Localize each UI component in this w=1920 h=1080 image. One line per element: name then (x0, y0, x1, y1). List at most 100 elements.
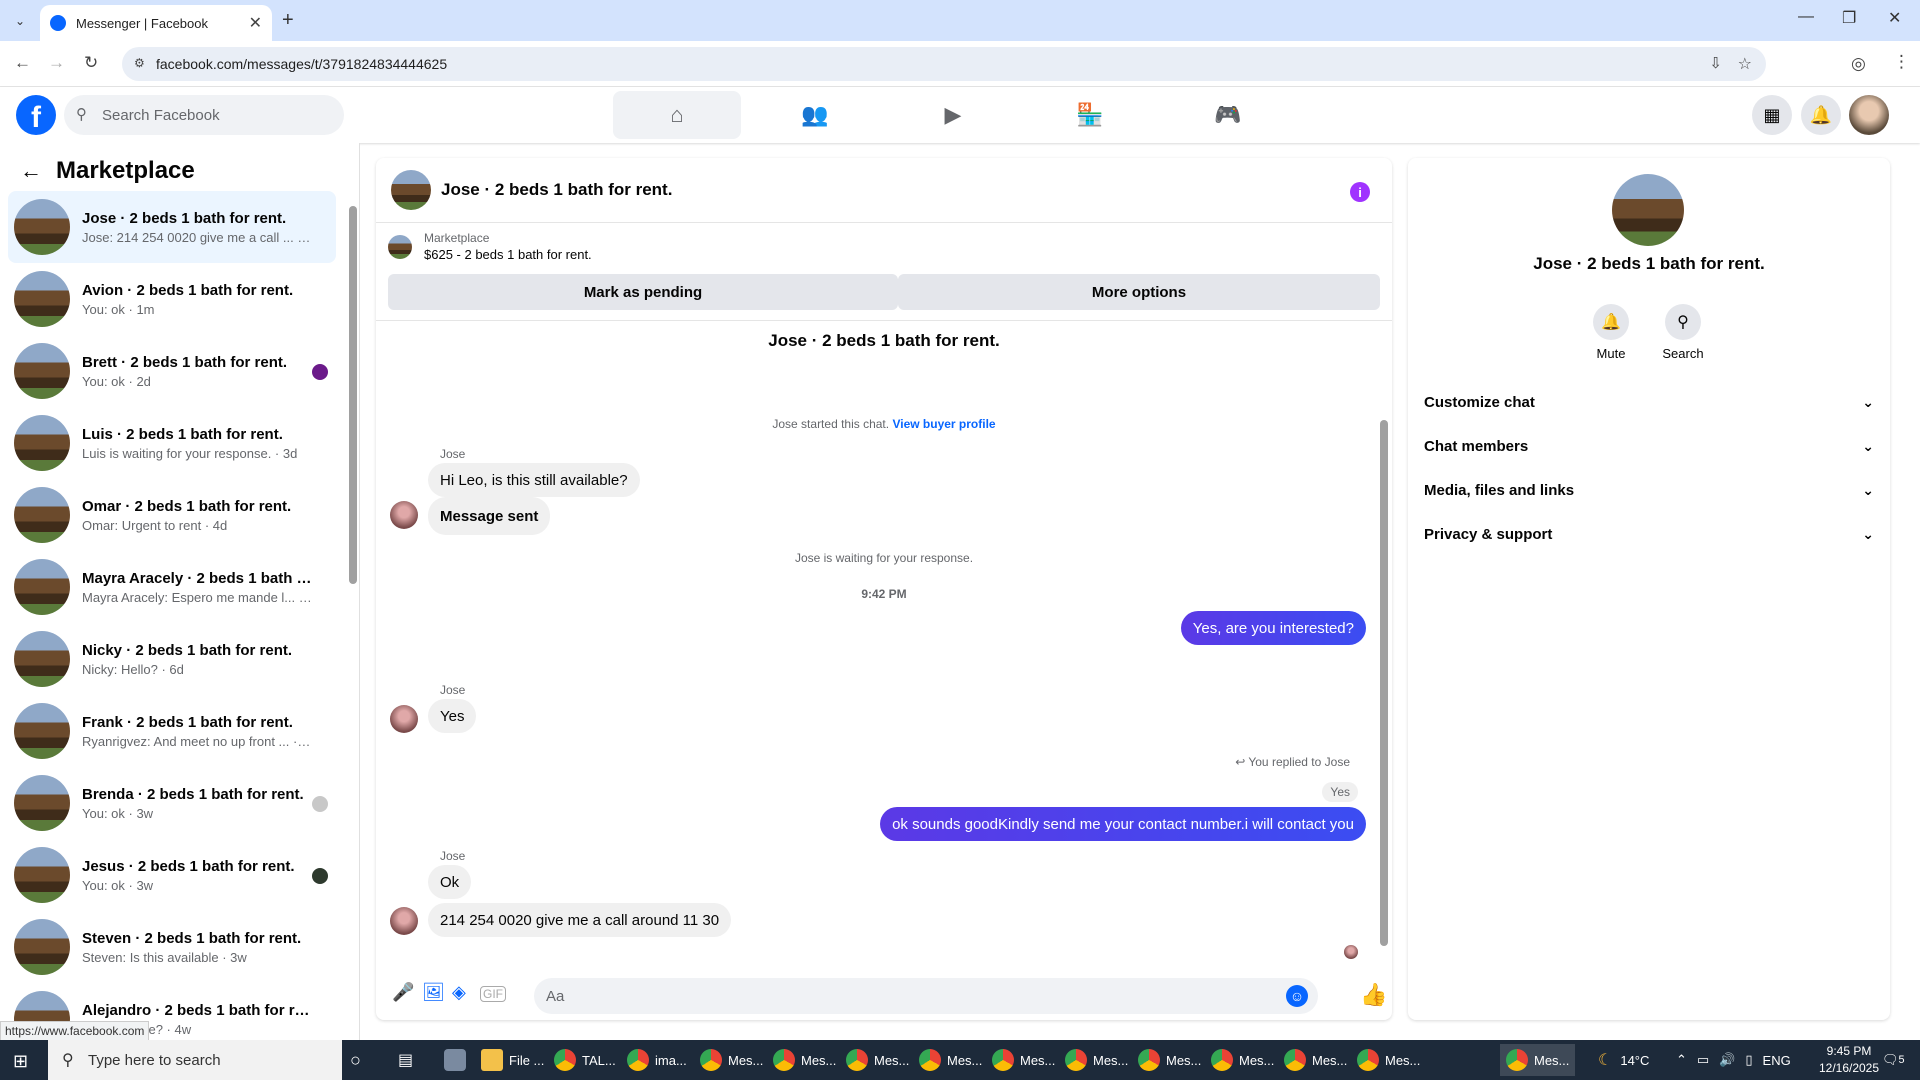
profile-icon[interactable]: ◎ (1851, 54, 1866, 74)
reload-icon[interactable]: ↻ (84, 53, 98, 73)
gif-icon[interactable]: GIF (480, 986, 506, 1002)
restore-icon[interactable]: ❐ (1842, 8, 1856, 28)
incoming-message[interactable]: Hi Leo, is this still available? (428, 463, 640, 497)
sidebar-scrollbar[interactable] (349, 206, 357, 584)
browser-tab-messenger[interactable]: Messenger | Facebook ✕ (40, 5, 272, 41)
outgoing-message[interactable]: ok sounds goodKindly send me your contac… (880, 807, 1366, 841)
language-indicator[interactable]: ENG (1763, 1053, 1791, 1068)
taskbar-app[interactable]: File ... (481, 1044, 544, 1076)
emoji-icon[interactable]: ☺ (1286, 985, 1308, 1007)
more-options-button[interactable]: More options (898, 274, 1380, 310)
new-tab-icon[interactable]: + (282, 9, 294, 32)
site-info-icon[interactable]: ⚙ (134, 56, 145, 70)
conversation-item[interactable]: Brett · 2 beds 1 bath for rent. You: ok ·… (8, 335, 336, 407)
conversation-item[interactable]: Frank · 2 beds 1 bath for rent. Ryanrigve… (8, 695, 336, 767)
taskbar-app[interactable]: Mes... (919, 1044, 982, 1076)
menu-grid-icon[interactable]: ▦ (1752, 95, 1792, 135)
conversation-item[interactable]: Steven · 2 beds 1 bath for rent. Steven: … (8, 911, 336, 983)
mark-as-pending-button[interactable]: Mark as pending (388, 274, 898, 310)
privacy-support-row[interactable]: Privacy & support ⌄ (1424, 512, 1874, 556)
nav-friends-icon[interactable]: 👥 (751, 91, 879, 139)
widgets-icon[interactable]: ▤ (398, 1044, 413, 1076)
conversation-item[interactable]: Jose · 2 beds 1 bath for rent. Jose: 214 … (8, 191, 336, 263)
taskbar-app[interactable]: Mes... (1138, 1044, 1201, 1076)
url-field[interactable]: ⚙ facebook.com/messages/t/37918248344446… (122, 47, 1766, 81)
view-buyer-profile-link[interactable]: View buyer profile (892, 417, 995, 431)
volume-icon[interactable]: 🔊 (1719, 1052, 1735, 1068)
nav-video-icon[interactable]: ▶ (889, 91, 1017, 139)
notification-center[interactable]: 🗨 5 (1882, 1040, 1905, 1080)
notifications-bell-icon[interactable]: 🔔 (1801, 95, 1841, 135)
microphone-icon[interactable]: 🎤 (392, 982, 414, 1003)
photo-attach-icon[interactable]: 🖼 (422, 982, 445, 1003)
conversation-item[interactable]: Brenda · 2 beds 1 bath for rent. You: ok … (8, 767, 336, 839)
taskbar-search-box[interactable]: ⚲ Type here to search (48, 1040, 342, 1080)
taskbar-app[interactable]: Mes... (700, 1044, 763, 1076)
conversation-item[interactable]: Mayra Aracely · 2 beds 1 bath fo... Mayra… (8, 551, 336, 623)
taskbar-app[interactable]: Mes... (1357, 1044, 1420, 1076)
taskbar-clock[interactable]: 9:45 PM 12/16/2025 (1812, 1043, 1886, 1077)
mute-button[interactable]: 🔔 Mute (1581, 304, 1641, 361)
taskbar-app[interactable]: TAL... (554, 1044, 616, 1076)
conversation-item[interactable]: Jesus · 2 beds 1 bath for rent. You: ok ·… (8, 839, 336, 911)
outgoing-message[interactable]: Yes, are you interested? (1180, 611, 1366, 645)
incoming-message[interactable]: Ok (428, 865, 472, 899)
details-listing-thumbnail[interactable] (1612, 174, 1684, 246)
taskbar-app[interactable]: Mes... (1211, 1044, 1274, 1076)
install-app-icon[interactable]: ⇩ (1709, 54, 1722, 72)
back-icon[interactable]: ← (14, 53, 31, 73)
facebook-logo-icon[interactable]: f (16, 95, 56, 135)
sender-avatar[interactable] (390, 501, 418, 529)
taskbar-app[interactable]: Mes... (992, 1044, 1055, 1076)
sticker-icon[interactable]: ◈ (452, 982, 466, 1003)
conversation-item[interactable]: Nicky · 2 beds 1 bath for rent. Nicky: He… (8, 623, 336, 695)
taskbar-app[interactable]: Mes... (1500, 1044, 1576, 1076)
taskbar-app[interactable]: Mes... (773, 1044, 836, 1076)
task-view-icon[interactable]: ○ (350, 1044, 361, 1076)
media-files-links-row[interactable]: Media, files and links ⌄ (1424, 468, 1874, 512)
window-close-icon[interactable]: ✕ (1888, 8, 1901, 28)
nav-gaming-icon[interactable]: 🎮 (1164, 91, 1292, 139)
chat-title[interactable]: Jose · 2 beds 1 bath for rent. (441, 180, 672, 200)
forward-icon[interactable]: → (48, 53, 65, 73)
chat-listing-thumbnail[interactable] (391, 170, 431, 210)
incoming-message[interactable]: 214 254 0020 give me a call around 11 30 (428, 903, 732, 937)
thumbs-up-icon[interactable]: 👍 (1360, 982, 1387, 1008)
nav-marketplace-icon[interactable]: 🏪 (1026, 91, 1154, 139)
conversation-item[interactable]: Avion · 2 beds 1 bath for rent. You: ok ·… (8, 263, 336, 335)
taskbar-app[interactable]: Mes... (1065, 1044, 1128, 1076)
incoming-message[interactable]: Message sent (428, 497, 551, 535)
weather-widget[interactable]: ☾ 14°C (1598, 1040, 1649, 1080)
account-avatar[interactable] (1849, 95, 1889, 135)
search-conversation-button[interactable]: ⚲ Search (1653, 304, 1713, 361)
tab-search-dropdown-icon[interactable]: ⌄ (8, 9, 32, 33)
minimize-icon[interactable]: — (1798, 8, 1814, 26)
info-icon[interactable]: i (1350, 182, 1370, 202)
quoted-message[interactable]: Yes (1322, 782, 1358, 802)
windows-start-icon[interactable]: ⊞ (13, 1051, 28, 1072)
bookmark-star-icon[interactable]: ☆ (1738, 54, 1752, 74)
thread-scrollbar[interactable] (1380, 420, 1388, 946)
chat-members-row[interactable]: Chat members ⌄ (1424, 424, 1874, 468)
back-arrow-icon[interactable]: ← (20, 158, 42, 184)
conversation-item[interactable]: Omar · 2 beds 1 bath for rent. Omar: Urge… (8, 479, 336, 551)
facebook-search-input[interactable]: ⚲ Search Facebook (64, 95, 344, 135)
conversation-item[interactable]: Luis · 2 beds 1 bath for rent. Luis is wa… (8, 407, 336, 479)
tab-close-icon[interactable]: ✕ (249, 13, 262, 33)
conversation-preview: You: ok · 3w (82, 805, 154, 821)
network-icon[interactable]: ▭ (1697, 1052, 1709, 1068)
taskbar-app[interactable]: ima... (627, 1044, 687, 1076)
marketplace-listing-bar[interactable]: Marketplace $625 - 2 beds 1 bath for ren… (388, 231, 592, 262)
message-input[interactable]: Aa ☺ (534, 978, 1318, 1014)
taskbar-app-icon[interactable] (444, 1044, 472, 1076)
nav-home-icon[interactable]: ⌂ (613, 91, 741, 139)
customize-chat-row[interactable]: Customize chat ⌄ (1424, 380, 1874, 424)
taskbar-app[interactable]: Mes... (1284, 1044, 1347, 1076)
sender-avatar[interactable] (390, 705, 418, 733)
chevron-up-icon[interactable]: ⌃ (1676, 1052, 1687, 1068)
incoming-message[interactable]: Yes (428, 699, 477, 733)
sender-avatar[interactable] (390, 907, 418, 935)
battery-icon[interactable]: ▯ (1745, 1052, 1752, 1068)
taskbar-app[interactable]: Mes... (846, 1044, 909, 1076)
browser-menu-icon[interactable]: ⋮ (1893, 52, 1910, 72)
